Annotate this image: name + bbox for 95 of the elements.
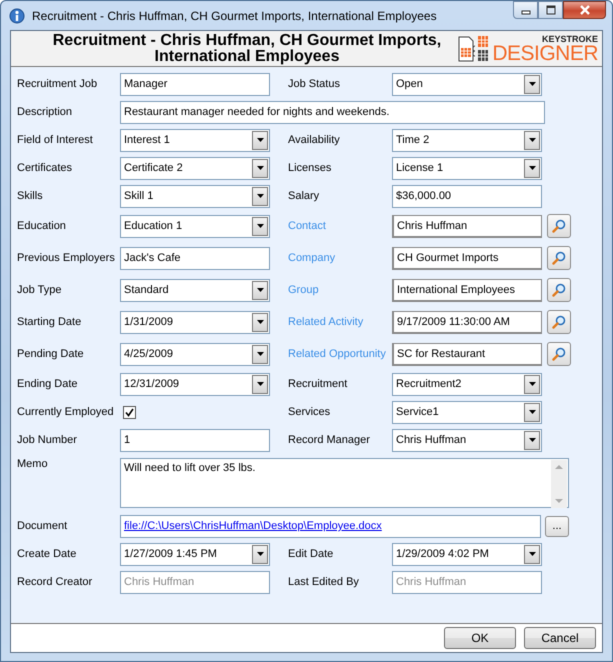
caret-icon: [528, 438, 536, 442]
caret-icon: [528, 82, 536, 86]
dialog-button[interactable]: OK: [444, 627, 516, 649]
maximize-button[interactable]: [538, 1, 563, 19]
field-label: Previous Employers: [17, 252, 116, 264]
caret-icon: [256, 166, 264, 170]
field-label: Create Date: [17, 548, 78, 560]
field-label: Record Creator: [17, 576, 94, 588]
logo-text: DESIGNER: [492, 44, 598, 64]
field-label: Edit Date: [288, 548, 334, 560]
field-label: Pending Date: [17, 348, 85, 360]
dropdown[interactable]: Skill 1: [120, 184, 270, 208]
field-label: Currently Employed: [17, 406, 115, 418]
dropdown[interactable]: Time 2: [392, 128, 542, 152]
caret-icon: [528, 382, 536, 386]
search-icon: [552, 315, 566, 329]
text-field[interactable]: 1: [120, 428, 270, 452]
dropdown[interactable]: 1/31/2009: [120, 310, 270, 334]
scrollbar: [551, 460, 567, 508]
dialog-button[interactable]: Cancel: [524, 627, 596, 649]
text-field[interactable]: $36,000.00: [392, 184, 542, 208]
field-label: Skills: [17, 190, 44, 202]
dropdown[interactable]: Certificate 2: [120, 156, 270, 180]
caret-icon: [256, 320, 264, 324]
field-label: Last Edited By: [288, 576, 360, 588]
form-title: Recruitment - Chris Huffman, CH Gourmet Imports, International Employees: [52, 32, 442, 64]
minimize-button[interactable]: [513, 1, 538, 19]
dropdown[interactable]: 4/25/2009: [120, 342, 270, 366]
caret-icon: [528, 138, 536, 142]
dropdown[interactable]: 1/29/2009 4:02 PM: [392, 542, 542, 566]
close-icon: [578, 5, 590, 15]
check-icon: [125, 408, 134, 416]
field-label: Services: [288, 406, 332, 418]
dropdown[interactable]: License 1: [392, 156, 542, 180]
dropdown[interactable]: Open: [392, 72, 542, 96]
dropdown[interactable]: Interest 1: [120, 128, 270, 152]
search-button[interactable]: [547, 214, 571, 238]
dropdown[interactable]: 1/27/2009 1:45 PM: [120, 542, 270, 566]
app-icon: [9, 8, 25, 24]
search-icon: [552, 347, 566, 361]
text-field[interactable]: CH Gourmet Imports: [392, 246, 542, 270]
field-label: Document: [17, 520, 68, 532]
field-label: Recruitment Job: [17, 78, 98, 90]
field-label: Ending Date: [17, 378, 79, 390]
search-button[interactable]: [547, 278, 571, 302]
field-label: Record Manager: [288, 434, 371, 446]
field-label: Memo: [17, 458, 49, 470]
caret-icon: [256, 194, 264, 198]
search-icon: [552, 219, 566, 233]
dropdown[interactable]: Standard: [120, 278, 270, 302]
text-field[interactable]: Chris Huffman: [392, 214, 542, 238]
memo-field[interactable]: Will need to lift over 35 lbs.: [120, 458, 569, 508]
caret-icon: [256, 224, 264, 228]
dropdown[interactable]: Service1: [392, 400, 542, 424]
caret-icon: [528, 552, 536, 556]
search-button[interactable]: [547, 310, 571, 334]
caret-icon: [256, 552, 264, 556]
field-label: Job Status: [288, 78, 341, 90]
field-label: Recruitment: [288, 378, 348, 390]
search-button[interactable]: [547, 246, 571, 270]
field-label: Job Number: [17, 434, 78, 446]
field-label: Starting Date: [17, 316, 82, 328]
caret-icon: [528, 410, 536, 414]
field-label: Job Type: [17, 284, 62, 296]
field-label: Certificates: [17, 162, 74, 174]
logo-text: KEYSTROKE: [542, 34, 598, 44]
text-field[interactable]: 9/17/2009 11:30:00 AM: [392, 310, 542, 334]
search-icon: [552, 283, 566, 297]
text-field[interactable]: SC for Restaurant: [392, 342, 542, 366]
checkbox[interactable]: [123, 406, 136, 418]
dropdown[interactable]: Education 1: [120, 214, 270, 238]
window-title: Recruitment - Chris Huffman, CH Gourmet Imports, International Employees: [32, 8, 437, 22]
text-field[interactable]: Restaurant manager needed for nights and weekends.: [120, 100, 545, 124]
field-label: Licenses: [288, 162, 332, 174]
browse-button[interactable]: ...: [545, 516, 569, 536]
search-button[interactable]: [547, 342, 571, 366]
caret-icon: [256, 382, 264, 386]
field-label: Field of Interest: [17, 134, 94, 146]
caret-icon: [256, 138, 264, 142]
caret-icon: [256, 352, 264, 356]
caret-icon: [256, 288, 264, 292]
field-label: Education: [17, 220, 67, 232]
caret-icon: [528, 166, 536, 170]
dropdown[interactable]: 12/31/2009: [120, 372, 270, 396]
field-label: Availability: [288, 134, 341, 146]
close-button[interactable]: [563, 1, 606, 19]
dropdown[interactable]: Chris Huffman: [392, 428, 542, 452]
field-label: Salary: [288, 190, 320, 202]
search-icon: [552, 251, 566, 265]
text-field[interactable]: International Employees: [392, 278, 542, 302]
maximize-icon: [546, 5, 556, 15]
text-field[interactable]: Jack's Cafe: [120, 246, 270, 270]
dropdown[interactable]: Recruitment2: [392, 372, 542, 396]
text-field[interactable]: Manager: [120, 72, 270, 96]
field-label: Description: [17, 106, 74, 118]
